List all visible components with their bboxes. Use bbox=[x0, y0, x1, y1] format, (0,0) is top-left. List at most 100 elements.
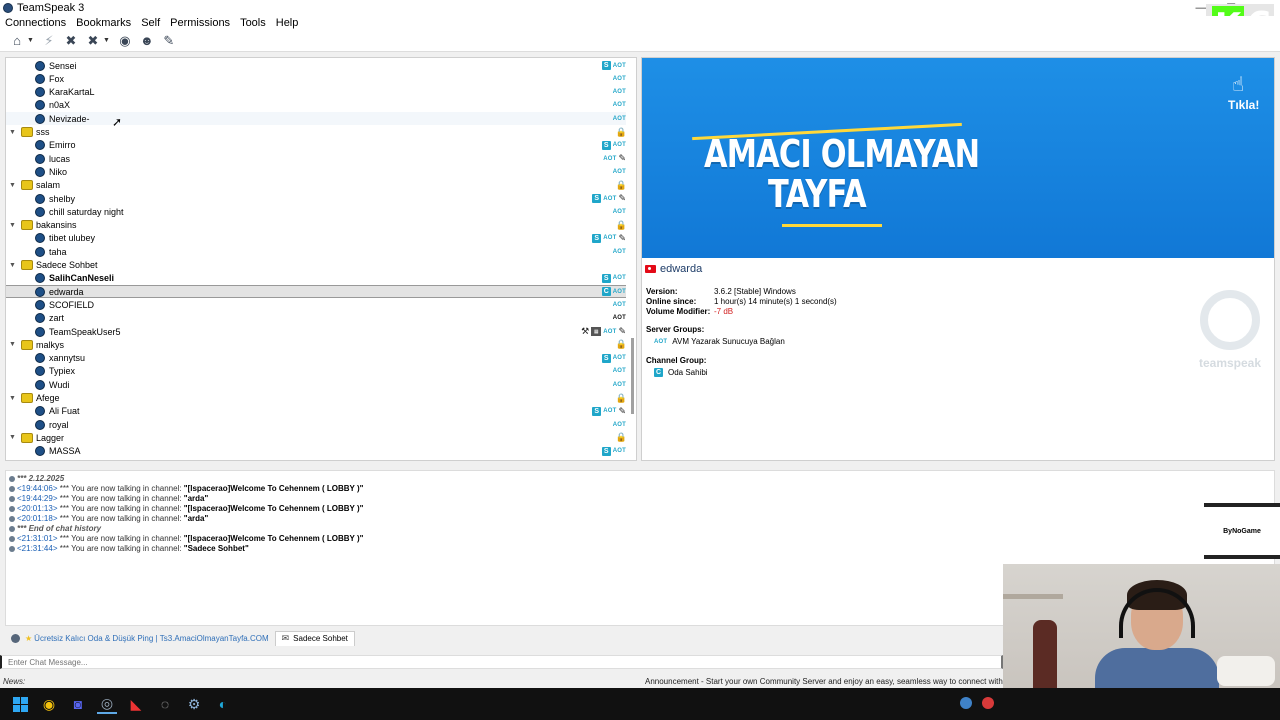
client-row[interactable]: Nevizade- AOT bbox=[6, 112, 626, 126]
menu-permissions[interactable]: Permissions bbox=[170, 17, 230, 29]
steam-icon[interactable]: ⚙ bbox=[184, 694, 204, 714]
server-banner[interactable]: AMACI OLMAYAN TAYFA ☝ Tıkla! bbox=[642, 58, 1274, 258]
server-admin-icon: S bbox=[601, 140, 611, 150]
chat-channel-link[interactable]: "arda" bbox=[184, 494, 208, 504]
edge-icon[interactable]: ◐ bbox=[213, 694, 233, 714]
client-row[interactable]: MASSA S AOT bbox=[6, 445, 626, 458]
chat-timestamp: <21:31:44> bbox=[17, 544, 58, 553]
client-row[interactable]: edwarda C AOT bbox=[6, 285, 626, 299]
aot-badge-icon: AOT bbox=[612, 355, 626, 362]
tab-channel[interactable]: ✉ Sadece Sohbet bbox=[274, 630, 355, 646]
menu-tools[interactable]: Tools bbox=[240, 17, 266, 29]
client-name: royal bbox=[49, 419, 69, 430]
chevron-down-icon[interactable]: ▼ bbox=[9, 182, 16, 189]
tab-server[interactable]: ★ Ücretsiz Kalıcı Oda & Düşük Ping | Ts3… bbox=[5, 631, 275, 646]
aot-badge-icon: AOT bbox=[612, 102, 626, 109]
client-row[interactable]: xannytsu S AOT bbox=[6, 352, 626, 365]
menu-help[interactable]: Help bbox=[276, 17, 299, 29]
client-row[interactable]: taha AOT bbox=[6, 245, 626, 258]
client-info-panel: AMACI OLMAYAN TAYFA ☝ Tıkla! edwarda Ver… bbox=[641, 57, 1275, 461]
menu-bar: Connections Bookmarks Self Permissions T… bbox=[0, 16, 1280, 30]
server-admin-icon: S bbox=[592, 406, 602, 416]
client-name: Nevizade- bbox=[49, 113, 90, 124]
menu-bookmarks[interactable]: Bookmarks bbox=[76, 17, 131, 29]
channel-row[interactable]: ▼ bakansins 🔒 bbox=[6, 219, 627, 232]
teamspeak-taskbar-icon[interactable]: ◎ bbox=[97, 694, 117, 714]
chevron-down-icon[interactable]: ▼ bbox=[9, 129, 16, 136]
client-row[interactable]: lucas AOT ✎ bbox=[6, 152, 626, 165]
mute-speakers-icon[interactable]: ✖ bbox=[84, 33, 102, 49]
speakers-dropdown-icon[interactable]: ▼ bbox=[103, 37, 110, 44]
microphone-icon: ✎ bbox=[618, 326, 626, 336]
chat-channel-link[interactable]: "Sadece Sohbet" bbox=[184, 544, 249, 554]
client-row[interactable]: n0aX AOT bbox=[6, 99, 626, 112]
menu-self[interactable]: Self bbox=[141, 17, 160, 29]
row-badges: S AOT bbox=[601, 273, 626, 283]
channel-group-title: Channel Group: bbox=[646, 356, 707, 365]
disconnect-icon[interactable]: ⚡ bbox=[40, 33, 58, 49]
chevron-down-icon[interactable]: ▼ bbox=[9, 222, 16, 229]
chat-channel-link[interactable]: "[lspacerao]Welcome To Cehennem ( LOBBY … bbox=[184, 504, 364, 514]
chrome-icon[interactable]: ◉ bbox=[39, 694, 59, 714]
discord-icon[interactable]: ◙ bbox=[68, 694, 88, 714]
info-icon bbox=[9, 486, 15, 492]
chevron-down-icon[interactable]: ▼ bbox=[9, 434, 16, 441]
client-row[interactable]: chill saturday night AOT bbox=[6, 205, 626, 218]
client-row[interactable]: shelby S AOT ✎ bbox=[6, 192, 626, 205]
channel-row[interactable]: ▼ Afege 🔒 bbox=[6, 392, 627, 405]
channel-icon bbox=[21, 393, 33, 403]
chevron-down-icon[interactable]: ▼ bbox=[9, 341, 16, 348]
channel-row[interactable]: ▼ sss 🔒 bbox=[6, 126, 627, 139]
connect-icon[interactable]: ⌂ bbox=[8, 33, 26, 49]
tree-scrollbar[interactable] bbox=[631, 338, 634, 414]
client-row[interactable]: Niko AOT bbox=[6, 165, 626, 178]
client-row[interactable]: Fox AOT bbox=[6, 72, 626, 85]
client-row[interactable]: Typiex AOT bbox=[6, 365, 626, 378]
online-value: 1 hour(s) 14 minute(s) 1 second(s) bbox=[714, 297, 837, 306]
news-announcement[interactable]: Announcement - Start your own Community … bbox=[645, 677, 1038, 686]
client-row[interactable]: Wudi AOT bbox=[6, 378, 626, 391]
row-badges: S AOT bbox=[601, 446, 626, 456]
tray-network-icon[interactable] bbox=[960, 697, 972, 709]
client-row[interactable]: Sensei S AOT bbox=[6, 59, 626, 72]
mute-microphone-icon[interactable]: ✖ bbox=[62, 33, 80, 49]
obs-icon[interactable]: ◌ bbox=[155, 694, 175, 714]
client-status-icon bbox=[35, 206, 45, 217]
channel-row[interactable]: ▼ salam 🔒 bbox=[6, 179, 627, 192]
client-row[interactable]: zart AOT bbox=[6, 312, 626, 325]
menu-connections[interactable]: Connections bbox=[5, 17, 66, 29]
chevron-down-icon[interactable]: ▼ bbox=[9, 262, 16, 269]
volume-row: Volume Modifier: -7 dB bbox=[646, 307, 733, 316]
row-badges: AOT bbox=[613, 169, 626, 175]
client-row[interactable]: Ali Fuat S AOT ✎ bbox=[6, 405, 626, 418]
client-row[interactable]: SalihCanNeseli S AOT bbox=[6, 272, 626, 285]
client-row[interactable]: tibet ulubey S AOT ✎ bbox=[6, 232, 626, 245]
chat-message: *** You are now talking in channel: bbox=[57, 494, 184, 503]
chat-channel-link[interactable]: "[lspacerao]Welcome To Cehennem ( LOBBY … bbox=[184, 534, 364, 544]
app-icon-red[interactable]: ◣ bbox=[126, 694, 146, 714]
contacts-icon[interactable]: ☻ bbox=[138, 33, 156, 49]
client-row[interactable]: KaraKartaL AOT bbox=[6, 86, 626, 99]
client-row[interactable]: Emirro S AOT bbox=[6, 139, 626, 152]
client-row[interactable]: SCOFIELD AOT bbox=[6, 298, 626, 311]
channel-icon bbox=[21, 127, 33, 137]
channel-name: salam bbox=[36, 180, 61, 191]
client-row[interactable]: royal AOT bbox=[6, 418, 626, 431]
client-row[interactable]: TeamSpeakUser5 ⚒ ▦ AOT ✎ bbox=[6, 325, 626, 338]
webcam-overlay bbox=[1003, 564, 1280, 700]
chat-channel-link[interactable]: "arda" bbox=[184, 514, 208, 524]
channel-row[interactable]: ▼ malkys 🔒 bbox=[6, 338, 627, 351]
windows-start-icon[interactable] bbox=[10, 694, 30, 714]
row-badges: S AOT bbox=[601, 140, 626, 150]
push-to-talk-icon[interactable]: ✎ bbox=[160, 33, 178, 49]
channel-row[interactable]: ▼ Lagger 🔒 bbox=[6, 431, 627, 444]
channel-tree[interactable]: Sensei S AOT Fox AOT KaraKartaL AOT n0aX AOT Nevi… bbox=[5, 57, 637, 461]
row-badges: AOT bbox=[613, 368, 626, 374]
channel-row[interactable]: ▼ Sadece Sohbet bbox=[6, 259, 626, 272]
chat-channel-link[interactable]: "[lspacerao]Welcome To Cehennem ( LOBBY … bbox=[184, 484, 364, 494]
chat-message-input[interactable] bbox=[0, 655, 1003, 669]
chevron-down-icon[interactable]: ▼ bbox=[9, 395, 16, 402]
away-status-icon[interactable]: ◉ bbox=[116, 33, 134, 49]
tray-app-icon[interactable] bbox=[982, 697, 994, 709]
connect-dropdown-icon[interactable]: ▼ bbox=[27, 37, 34, 44]
